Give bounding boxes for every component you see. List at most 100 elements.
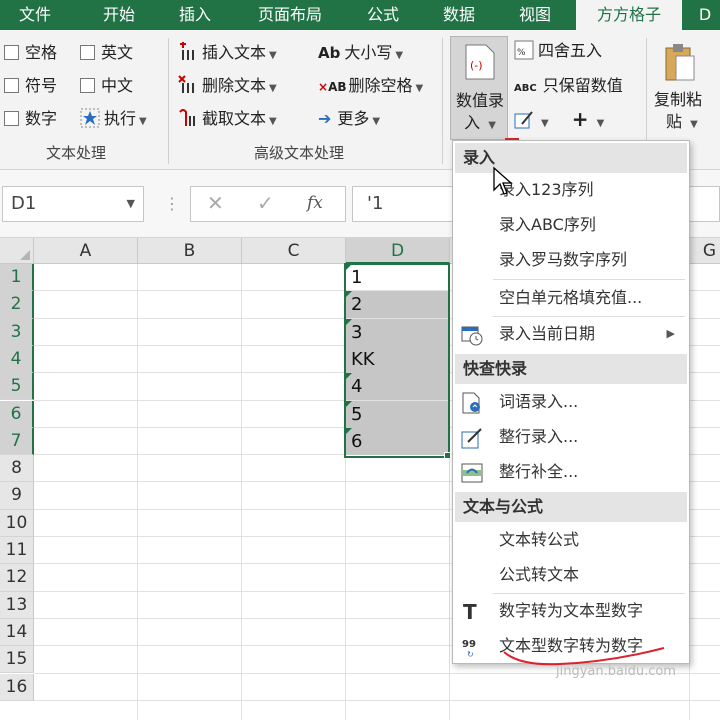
row-header-13[interactable]: 13 bbox=[0, 591, 34, 619]
chevron-down-icon[interactable]: ▼ bbox=[139, 116, 147, 127]
select-all-corner[interactable] bbox=[0, 238, 34, 264]
row-header-7[interactable]: 7 bbox=[0, 427, 34, 456]
chevron-down-icon[interactable]: ▼ bbox=[127, 187, 135, 221]
menu-item-formula-to-text[interactable]: 公式转文本 bbox=[455, 558, 687, 592]
row-header-11[interactable]: 11 bbox=[0, 537, 34, 565]
row-header-4[interactable]: 4 bbox=[0, 345, 34, 374]
chevron-down-icon[interactable]: ▼ bbox=[372, 116, 380, 127]
insert-text-button[interactable]: 插入文本 ▼ bbox=[178, 42, 277, 67]
row-header-8[interactable]: 8 bbox=[0, 455, 34, 483]
case-button[interactable]: Ab 大小写 ▼ bbox=[318, 42, 403, 67]
checkbox-label: 英文 bbox=[101, 43, 134, 62]
column-header-a[interactable]: A bbox=[34, 238, 138, 264]
tab-more[interactable]: D bbox=[690, 0, 720, 30]
group-label-text-processing: 文本处理 bbox=[46, 144, 107, 162]
row-header-15[interactable]: 15 bbox=[0, 646, 34, 674]
row-header-5[interactable]: 5 bbox=[0, 373, 34, 401]
round-label: 四舍五入 bbox=[538, 41, 603, 60]
svg-text:%: % bbox=[517, 48, 526, 58]
menu-item-text-to-formula[interactable]: 文本转公式 bbox=[455, 523, 687, 557]
tab-data[interactable]: 数据 bbox=[428, 0, 490, 30]
column-header-b[interactable]: B bbox=[138, 238, 242, 264]
checkbox-label: 空格 bbox=[25, 43, 58, 62]
row-header-10[interactable]: 10 bbox=[0, 509, 34, 537]
tab-fangfang-gezi[interactable]: 方方格子 bbox=[576, 0, 682, 30]
calendar-clock-icon bbox=[461, 326, 483, 346]
chevron-down-icon[interactable]: ▼ bbox=[269, 83, 277, 94]
text-t-icon: T bbox=[463, 600, 477, 624]
group-label-advanced-text: 高级文本处理 bbox=[254, 144, 345, 162]
check-icon[interactable]: ✓ bbox=[257, 191, 274, 215]
checkbox-number[interactable]: 数字 bbox=[4, 108, 57, 130]
copy-paste-label: 复制粘 bbox=[654, 90, 703, 109]
more-button[interactable]: ➔ 更多 ▼ bbox=[318, 108, 380, 133]
menu-item-word-entry[interactable]: 词语录入... bbox=[455, 385, 687, 419]
tab-file[interactable]: 文件 bbox=[0, 0, 70, 30]
execute-button[interactable]: 执行 ▼ bbox=[80, 108, 147, 133]
copy-paste-label-text: 贴 bbox=[666, 112, 683, 131]
copy-paste-button[interactable]: 复制粘 贴 ▼ bbox=[652, 36, 720, 140]
row-header-3[interactable]: 3 bbox=[0, 318, 34, 346]
insert-function-icon[interactable]: fx bbox=[307, 193, 323, 213]
menu-item-number-to-text-number[interactable]: T 数字转为文本型数字 bbox=[455, 594, 687, 628]
cancel-icon[interactable]: ✕ bbox=[207, 191, 224, 215]
checkbox-chinese[interactable]: 中文 bbox=[80, 75, 133, 97]
row-header-16[interactable]: 16 bbox=[0, 673, 34, 701]
row-header-14[interactable]: 14 bbox=[0, 618, 34, 647]
fill-handle[interactable] bbox=[444, 452, 451, 459]
tab-formulas[interactable]: 公式 bbox=[352, 0, 414, 30]
chevron-down-icon[interactable]: ▼ bbox=[541, 118, 549, 129]
delete-text-button[interactable]: 删除文本 ▼ bbox=[178, 75, 277, 100]
checkbox-icon[interactable] bbox=[4, 45, 19, 60]
menu-item-row-complete[interactable]: 整行补全... bbox=[455, 455, 687, 489]
row-header-12[interactable]: 12 bbox=[0, 564, 34, 592]
column-header-c[interactable]: C bbox=[242, 238, 346, 264]
checkbox-symbol[interactable]: 符号 bbox=[4, 75, 57, 97]
case-ab-icon: Ab bbox=[318, 44, 341, 62]
plus-icon[interactable]: + bbox=[572, 107, 589, 131]
keep-values-button[interactable]: ABC 只保留数值 bbox=[514, 75, 623, 100]
tab-home[interactable]: 开始 bbox=[86, 0, 152, 30]
column-header-d[interactable]: D bbox=[346, 238, 450, 264]
checkbox-icon[interactable] bbox=[80, 45, 95, 60]
checkbox-label: 符号 bbox=[25, 76, 58, 95]
chevron-down-icon[interactable]: ▼ bbox=[269, 116, 277, 127]
checkbox-icon[interactable] bbox=[4, 111, 19, 126]
edit-tools-button[interactable]: ▼ + ▼ bbox=[514, 108, 604, 135]
checkbox-icon[interactable] bbox=[80, 78, 95, 93]
menu-item-entry-current-date[interactable]: 录入当前日期 ▶ bbox=[455, 317, 687, 351]
round-button[interactable]: % 四舍五入 bbox=[514, 40, 602, 62]
chevron-down-icon[interactable]: ▼ bbox=[269, 50, 277, 61]
group-divider bbox=[442, 38, 443, 164]
checkbox-space[interactable]: 空格 bbox=[4, 42, 57, 64]
chevron-down-icon[interactable]: ▼ bbox=[416, 83, 424, 94]
menu-item-entry-abc-sequence[interactable]: 录入ABC序列 bbox=[455, 208, 687, 242]
delete-spaces-button[interactable]: ×AB 删除空格 ▼ bbox=[318, 75, 423, 100]
menu-item-entry-123-sequence[interactable]: 录入123序列 bbox=[455, 173, 687, 207]
chevron-down-icon[interactable]: ▼ bbox=[690, 119, 698, 130]
checkbox-english[interactable]: 英文 bbox=[80, 42, 133, 64]
tab-view[interactable]: 视图 bbox=[504, 0, 566, 30]
chevron-down-icon[interactable]: ▼ bbox=[395, 50, 403, 61]
checkbox-icon[interactable] bbox=[4, 78, 19, 93]
watermark: jingyan.baidu.com bbox=[556, 664, 676, 679]
row-header-6[interactable]: 6 bbox=[0, 400, 34, 428]
chevron-down-icon[interactable]: ▼ bbox=[488, 120, 496, 131]
chevron-down-icon[interactable]: ▼ bbox=[597, 118, 605, 129]
name-box[interactable]: D1 ▼ bbox=[2, 186, 144, 222]
extract-text-button[interactable]: 截取文本 ▼ bbox=[178, 108, 277, 133]
row-header-2[interactable]: 2 bbox=[0, 291, 34, 319]
delete-spaces-label: 删除空格 bbox=[348, 76, 413, 95]
numeric-entry-button[interactable]: (-) 数值录 入 ▼ bbox=[450, 36, 508, 140]
row-header-9[interactable]: 9 bbox=[0, 482, 34, 510]
menu-item-entry-roman-sequence[interactable]: 录入罗马数字序列 bbox=[455, 243, 687, 277]
menu-item-fill-blank-cells[interactable]: 空白单元格填充值... bbox=[455, 281, 687, 315]
menu-item-row-entry[interactable]: 整行录入... bbox=[455, 420, 687, 454]
row-header-1[interactable]: 1 bbox=[0, 264, 34, 292]
column-header-g[interactable]: G bbox=[690, 238, 720, 264]
checkbox-label: 中文 bbox=[101, 76, 134, 95]
more-label: 更多 bbox=[337, 109, 370, 128]
pencil-sheet-icon bbox=[514, 111, 533, 129]
tab-page-layout[interactable]: 页面布局 bbox=[240, 0, 340, 30]
tab-insert[interactable]: 插入 bbox=[162, 0, 228, 30]
